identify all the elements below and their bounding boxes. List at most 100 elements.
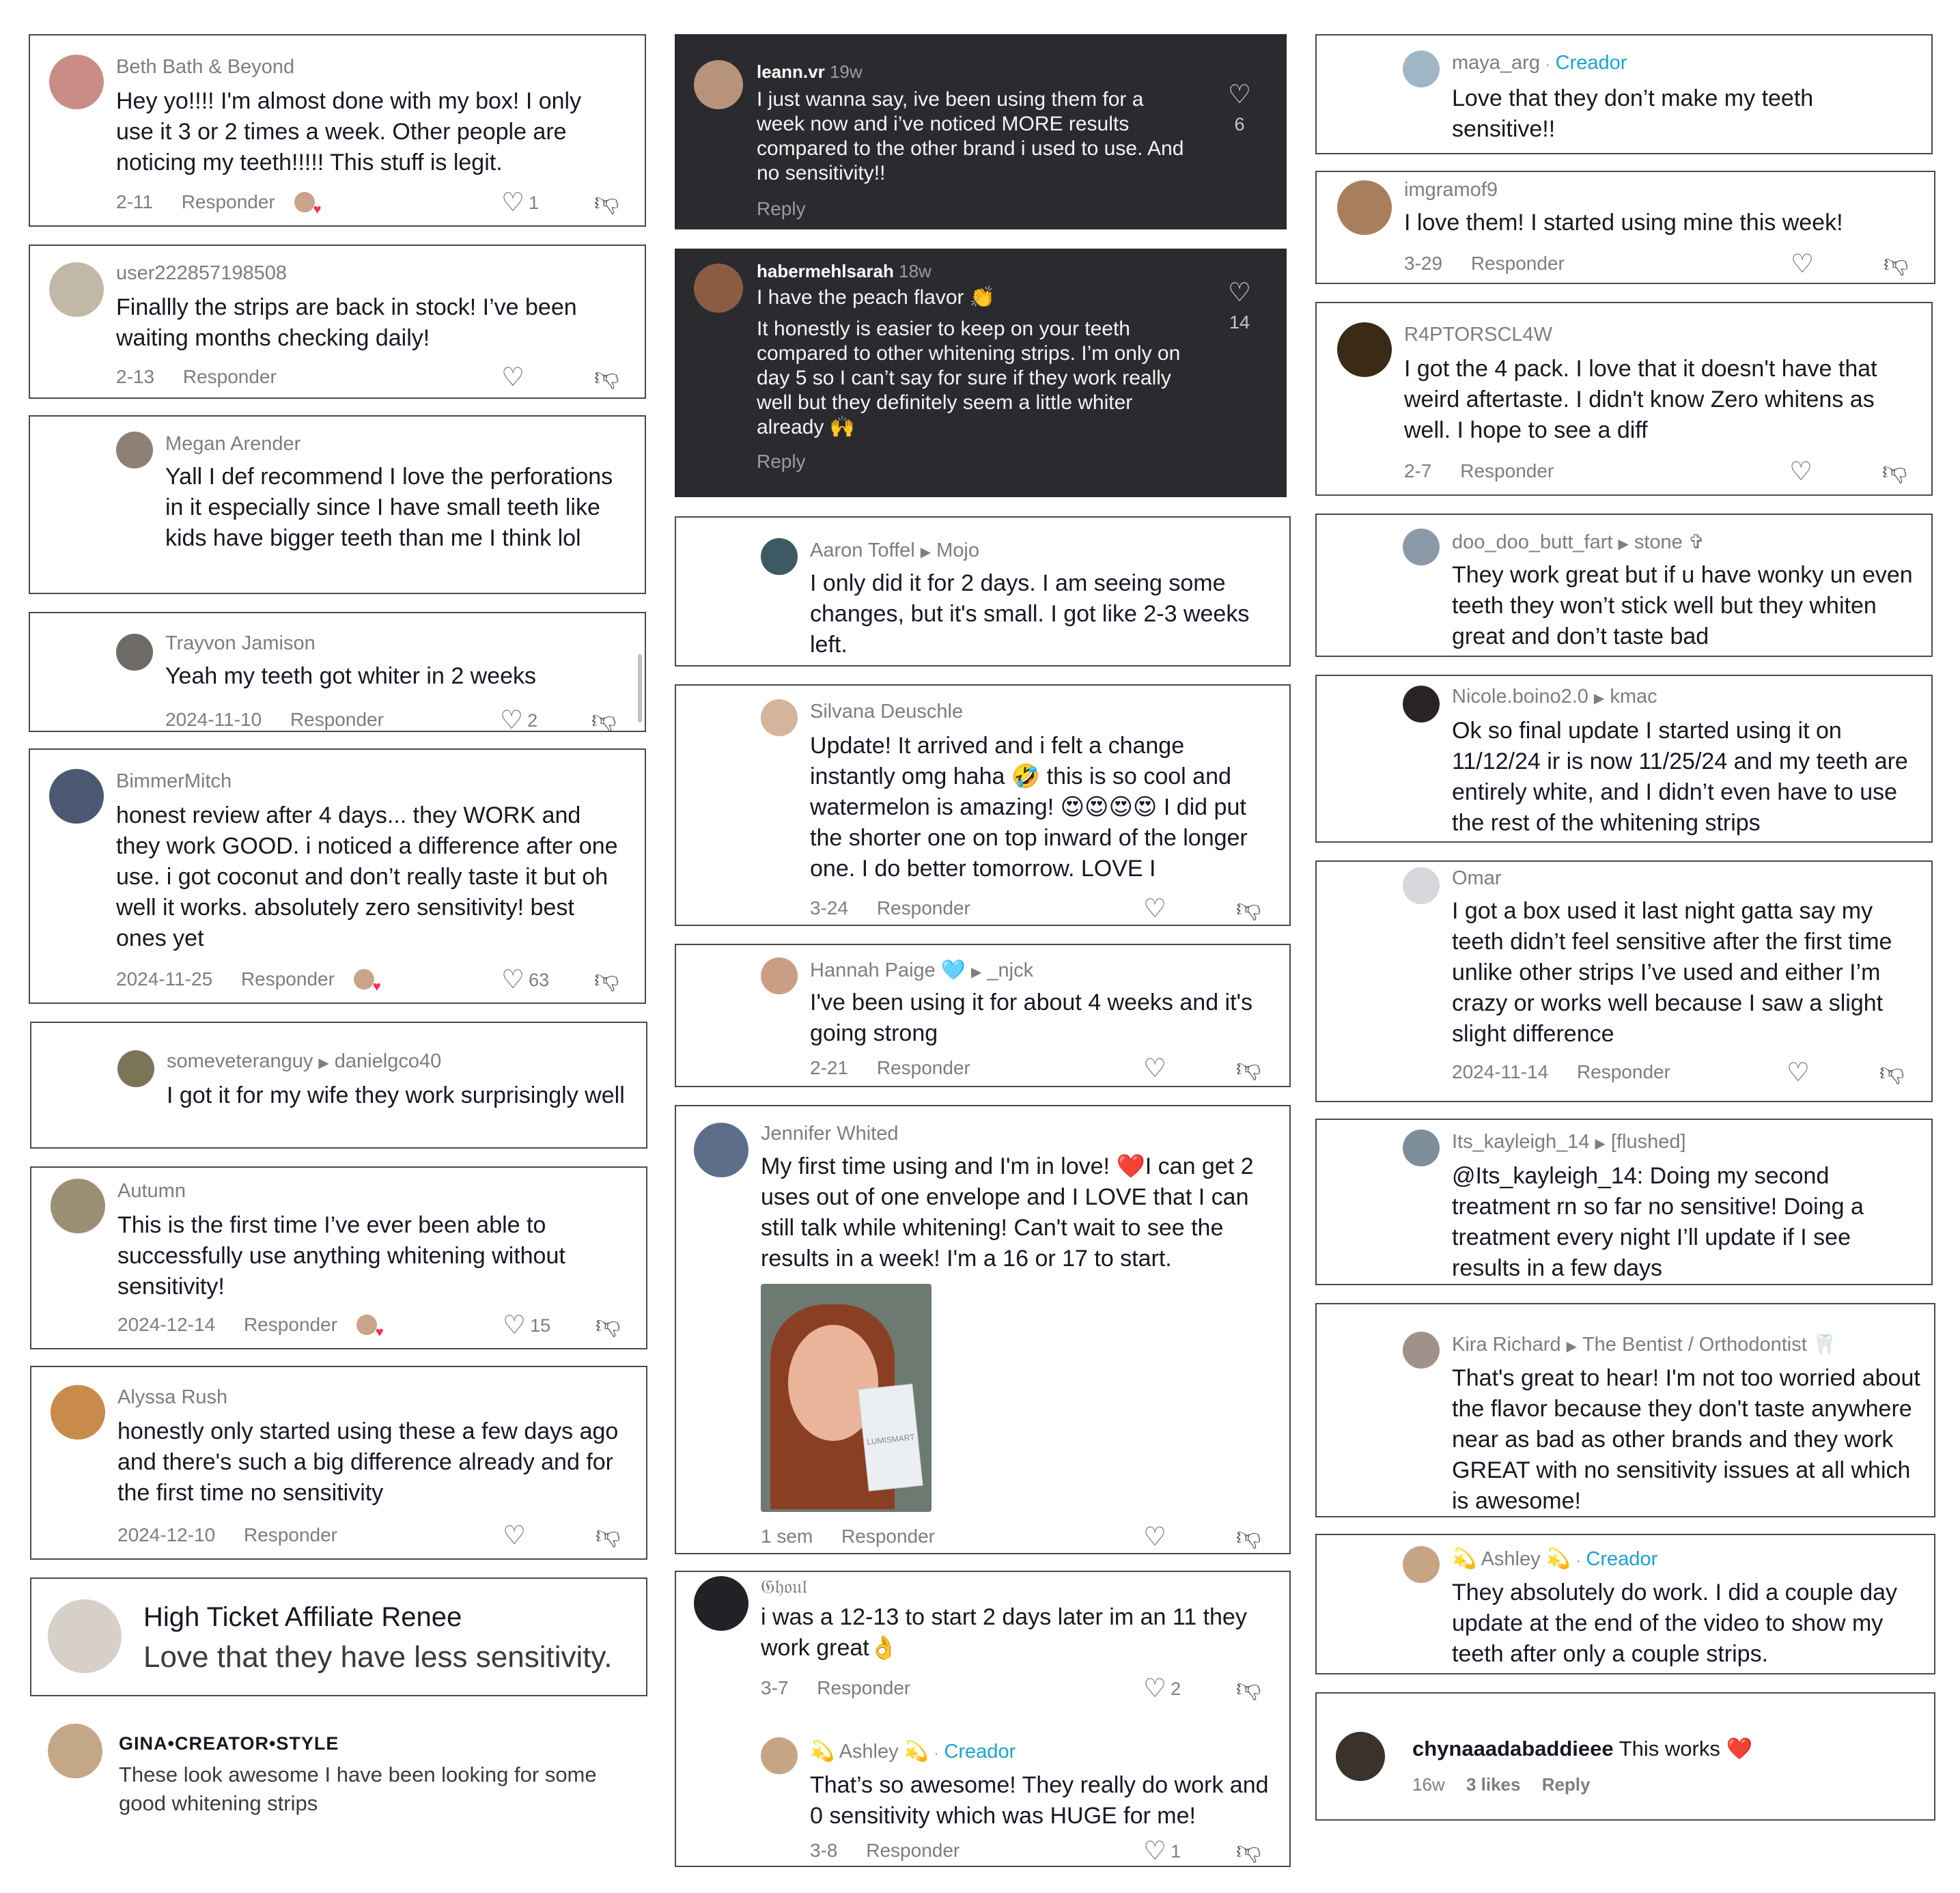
author-name[interactable]: leann.vr xyxy=(757,61,825,82)
avatar[interactable] xyxy=(51,1385,105,1440)
author-name[interactable]: Aaron Toffel xyxy=(810,539,915,561)
avatar[interactable] xyxy=(694,1576,748,1631)
avatar[interactable] xyxy=(761,699,798,736)
like-button[interactable]: ♡ 14 xyxy=(1222,277,1257,333)
avatar[interactable] xyxy=(761,957,798,994)
like-button[interactable]: ♡ 2 xyxy=(1143,1673,1181,1704)
reply-button[interactable]: Responder xyxy=(241,968,335,990)
like-button[interactable]: ♡ xyxy=(1143,1053,1171,1084)
comment-author[interactable]: Silvana Deuschle xyxy=(810,701,963,723)
comment-author[interactable]: Jennifer Whited xyxy=(761,1123,899,1145)
comment-author[interactable]: Alyssa Rush xyxy=(117,1386,227,1409)
thumbs-down-icon[interactable]: 👎︎ xyxy=(591,705,617,731)
avatar[interactable] xyxy=(49,769,104,824)
like-button[interactable]: ♡ 6 xyxy=(1222,79,1257,135)
thumbs-down-icon[interactable]: 👎︎ xyxy=(596,1520,621,1550)
reply-button[interactable]: Responder xyxy=(183,366,277,387)
avatar[interactable] xyxy=(694,1123,748,1177)
author-name[interactable]: Kira Richard xyxy=(1452,1334,1561,1356)
reply-button[interactable]: Responder xyxy=(182,191,275,212)
thumbs-down-icon[interactable]: 👎︎ xyxy=(1882,456,1907,486)
avatar[interactable] xyxy=(1403,1332,1440,1369)
comment-author[interactable]: R4PTORSCL4W xyxy=(1404,324,1552,346)
author-name[interactable]: Nicole.boino2.0 xyxy=(1452,686,1588,707)
reply-button[interactable]: Reply xyxy=(757,198,806,220)
reply-button[interactable]: Responder xyxy=(1460,460,1554,481)
avatar[interactable] xyxy=(1403,1130,1440,1166)
like-button[interactable]: ♡ xyxy=(1143,1522,1171,1552)
like-button[interactable]: ♡ xyxy=(1143,893,1171,924)
author-name[interactable]: Hannah Paige 🩵 xyxy=(810,959,966,981)
author-name[interactable]: 💫 Ashley 💫 xyxy=(810,1741,929,1763)
reply-to-name[interactable]: _njck xyxy=(987,959,1033,981)
avatar[interactable] xyxy=(117,1050,154,1087)
reply-to-name[interactable]: stone ✞ xyxy=(1634,531,1705,553)
like-button[interactable]: ♡ xyxy=(503,1520,530,1551)
author-name[interactable]: Its_kayleigh_14 xyxy=(1452,1131,1590,1153)
thumbs-down-icon[interactable]: 👎︎ xyxy=(1236,1053,1261,1083)
author-name[interactable]: doo_doo_butt_fart xyxy=(1452,531,1612,553)
avatar[interactable] xyxy=(1337,180,1392,235)
comment-photo[interactable]: LUMISMART xyxy=(761,1284,932,1512)
comment-author[interactable]: High Ticket Affiliate Renee xyxy=(143,1602,462,1633)
avatar[interactable] xyxy=(1403,529,1440,565)
reply-button[interactable]: Responder xyxy=(244,1314,337,1335)
comment-author[interactable]: 𝔊𝔥𝔬𝔲𝔩 xyxy=(761,1576,807,1599)
reply-to-name[interactable]: kmac xyxy=(1610,686,1657,707)
avatar[interactable] xyxy=(1403,1546,1440,1583)
reply-button[interactable]: Responder xyxy=(290,709,384,730)
avatar[interactable] xyxy=(1337,322,1392,377)
author-name[interactable]: someveteranguy xyxy=(167,1050,313,1072)
avatar[interactable] xyxy=(116,634,153,671)
reply-button[interactable]: Responder xyxy=(1577,1061,1670,1082)
author-name[interactable]: maya_arg xyxy=(1452,52,1540,74)
avatar[interactable] xyxy=(116,432,153,468)
comment-author[interactable]: Megan Arender xyxy=(165,433,300,455)
reply-button[interactable]: Responder xyxy=(877,1057,970,1078)
thumbs-down-icon[interactable]: 👎︎ xyxy=(1879,1057,1905,1087)
avatar[interactable] xyxy=(48,1599,122,1673)
like-button[interactable]: ♡ 1 xyxy=(1143,1836,1181,1866)
thumbs-down-icon[interactable]: 👎︎ xyxy=(1884,249,1909,279)
like-button[interactable]: ♡ 1 xyxy=(501,187,539,218)
scrollbar[interactable] xyxy=(638,654,642,723)
author-name[interactable]: 💫 Ashley 💫 xyxy=(1452,1548,1571,1570)
like-button[interactable]: ♡ 63 xyxy=(501,964,549,995)
avatar[interactable] xyxy=(1403,686,1440,723)
reply-to-name[interactable]: The Bentist / Orthodontist 🦷 xyxy=(1582,1334,1837,1356)
comment-author[interactable]: Beth Bath & Beyond xyxy=(116,56,294,79)
avatar[interactable] xyxy=(761,538,798,575)
comment-author[interactable]: BimmerMitch xyxy=(116,770,232,793)
comment-author[interactable]: Omar xyxy=(1452,867,1502,890)
comment-author[interactable]: Autumn xyxy=(117,1180,186,1203)
avatar[interactable] xyxy=(1336,1732,1385,1781)
avatar[interactable] xyxy=(761,1737,798,1774)
comment-author[interactable]: GINA•CREATOR•STYLE xyxy=(119,1733,339,1754)
avatar[interactable] xyxy=(49,262,104,317)
thumbs-down-icon[interactable]: 👎︎ xyxy=(1236,893,1261,923)
reply-button[interactable]: Reply xyxy=(1542,1774,1591,1795)
thumbs-down-icon[interactable]: 👎︎ xyxy=(1236,1673,1261,1703)
like-button[interactable]: ♡ 2 xyxy=(500,705,537,731)
thumbs-down-icon[interactable]: 👎︎ xyxy=(1236,1522,1261,1552)
reply-button[interactable]: Responder xyxy=(817,1677,910,1698)
thumbs-down-icon[interactable]: 👎︎ xyxy=(594,362,619,392)
thumbs-down-icon[interactable]: 👎︎ xyxy=(594,964,619,994)
thumbs-down-icon[interactable]: 👎︎ xyxy=(594,187,619,217)
author-name[interactable]: habermehlsarah xyxy=(757,261,894,281)
thumbs-down-icon[interactable]: 👎︎ xyxy=(596,1310,621,1340)
avatar[interactable] xyxy=(48,1724,102,1778)
avatar[interactable] xyxy=(1403,867,1440,904)
reply-button[interactable]: Responder xyxy=(1471,253,1565,274)
reply-to-name[interactable]: danielgco40 xyxy=(335,1050,441,1072)
reply-button[interactable]: Responder xyxy=(244,1524,337,1545)
comment-author[interactable]: user222857198508 xyxy=(116,262,287,285)
reply-to-name[interactable]: [flushed] xyxy=(1611,1131,1686,1153)
reply-button[interactable]: Responder xyxy=(866,1840,960,1861)
reply-button[interactable]: Responder xyxy=(841,1526,935,1547)
avatar[interactable] xyxy=(51,1179,105,1233)
like-button[interactable]: ♡ xyxy=(1789,456,1817,487)
avatar[interactable] xyxy=(694,264,743,313)
avatar[interactable] xyxy=(49,55,104,109)
reply-button[interactable]: Reply xyxy=(757,451,806,473)
